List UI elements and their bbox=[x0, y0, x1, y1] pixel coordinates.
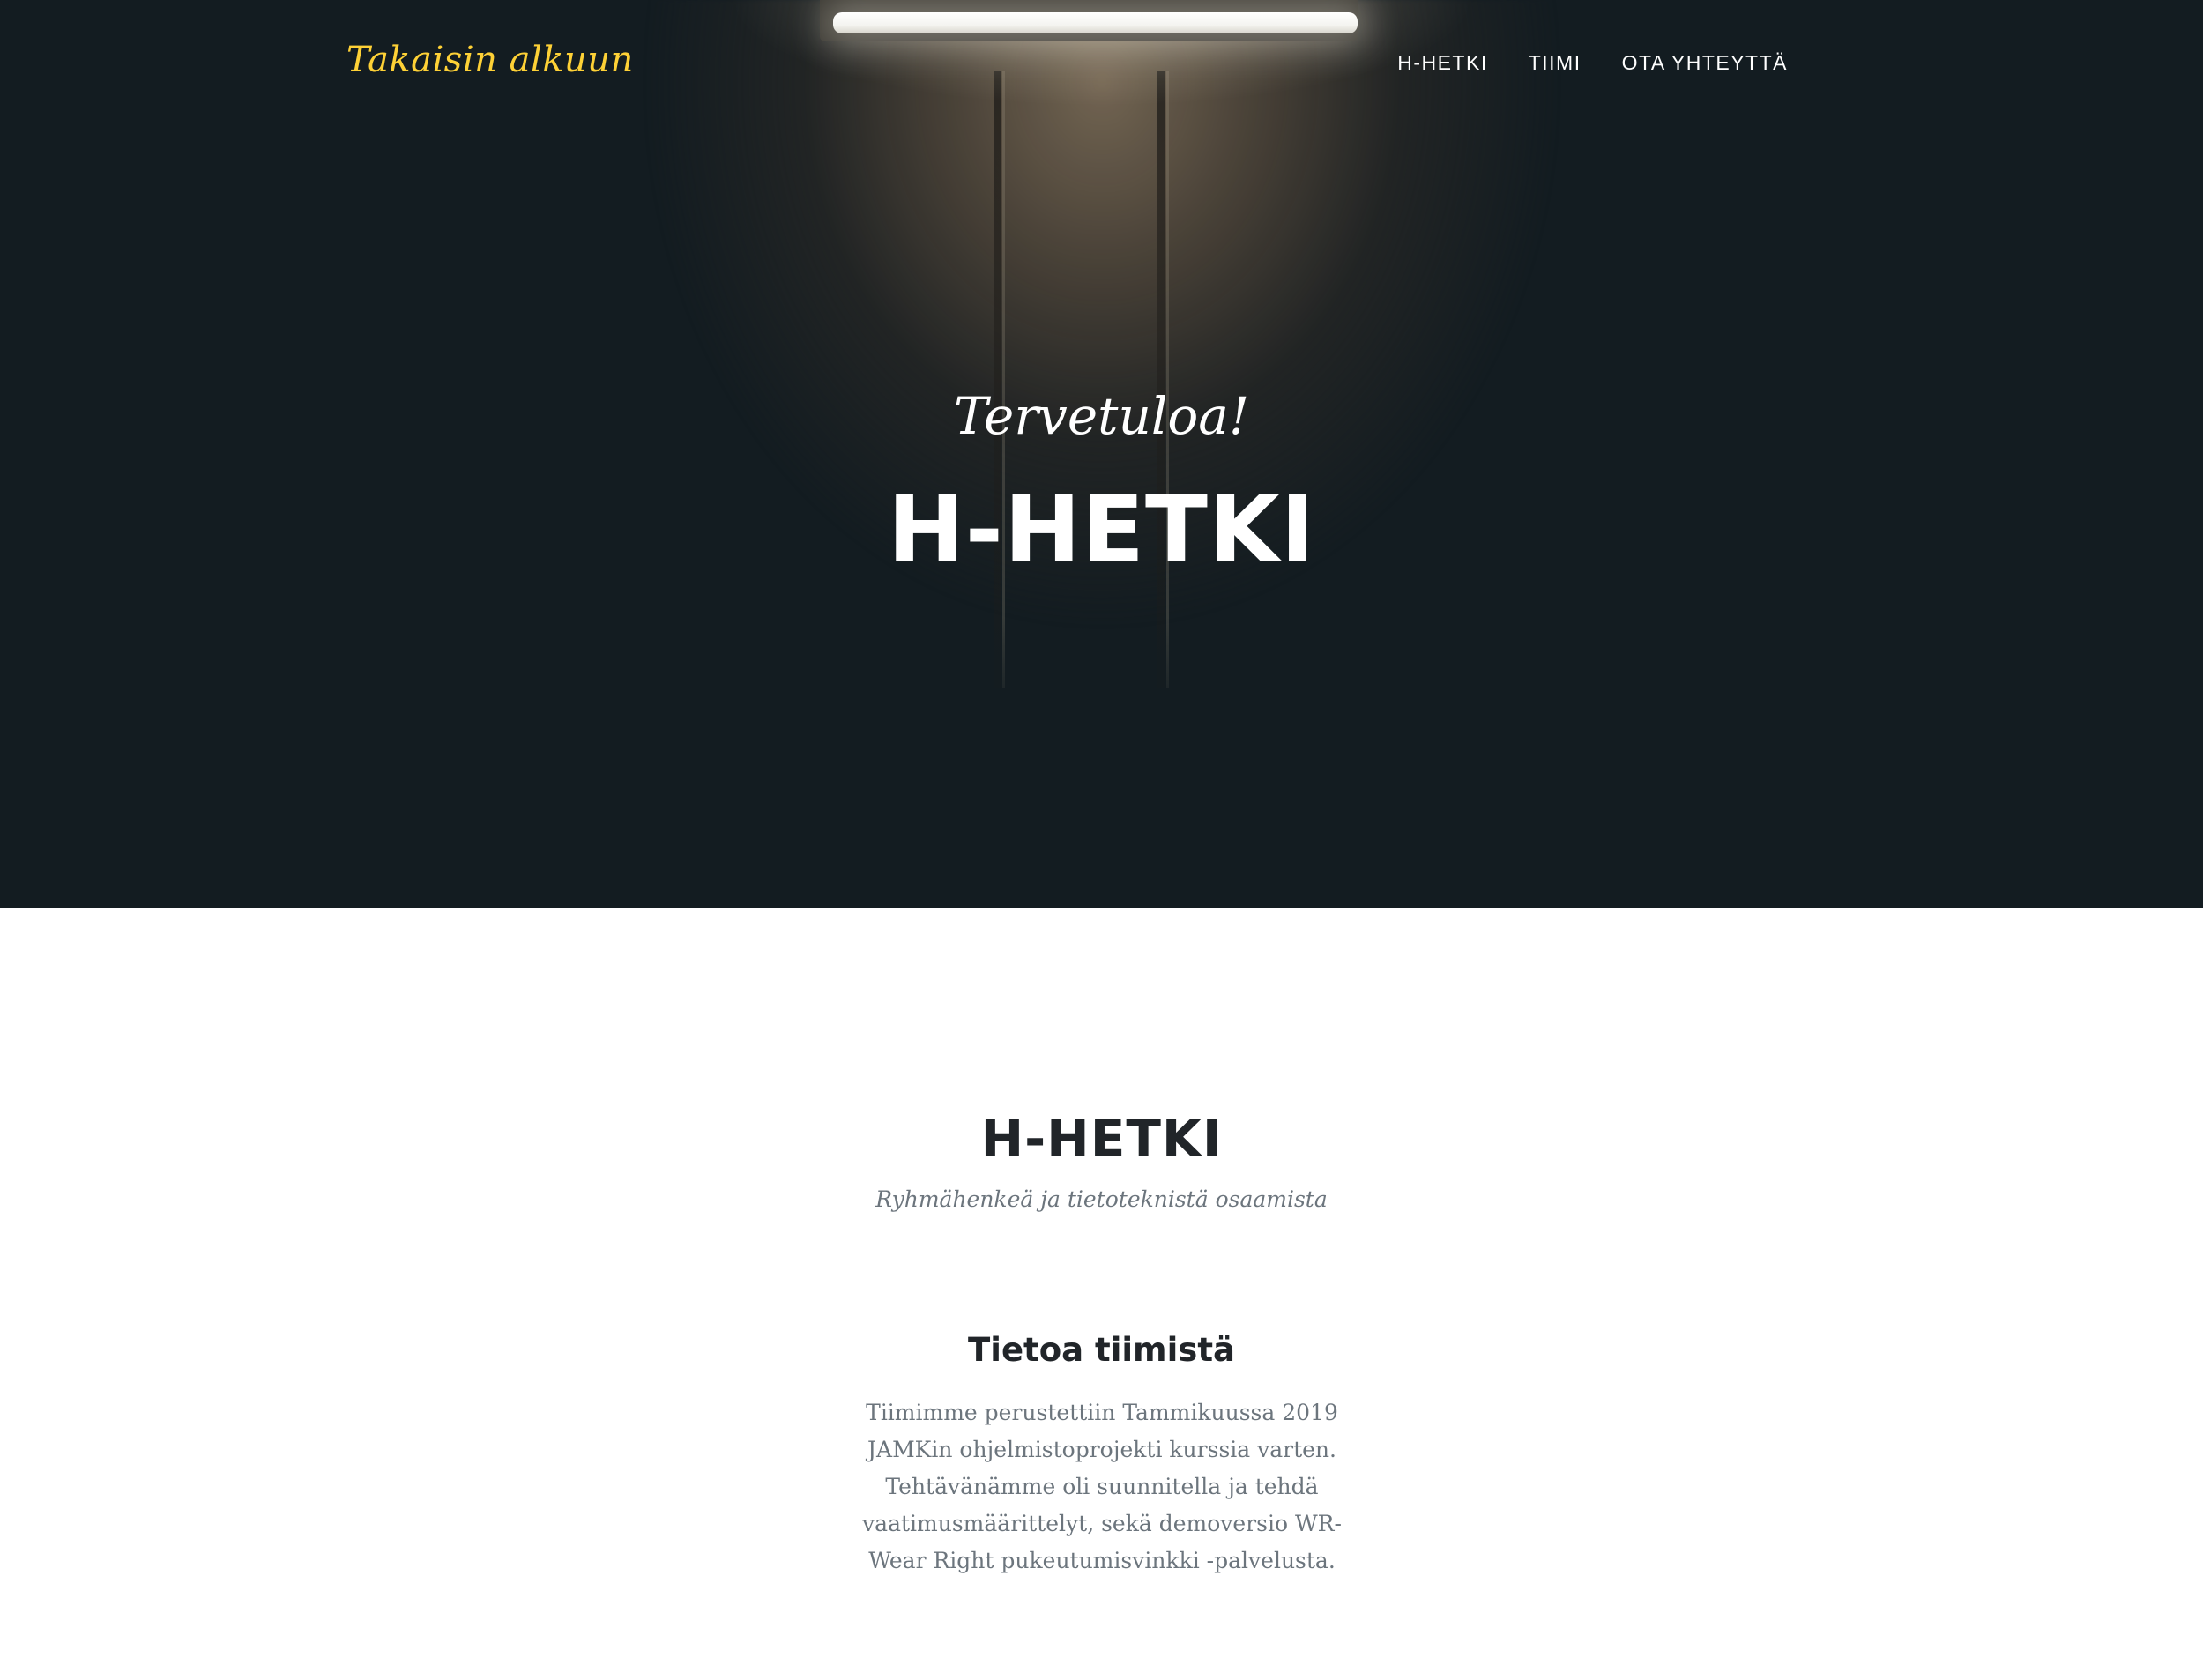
nav-link-ota-yhteytta[interactable]: OTA YHTEYTTÄ bbox=[1622, 51, 1788, 75]
about-title: Tietoa tiimistä bbox=[968, 1331, 1235, 1369]
hero-lead: Tervetuloa! bbox=[953, 386, 1250, 446]
hero-shadow bbox=[0, 617, 2203, 723]
nav-link-h-hetki[interactable]: H-HETKI bbox=[1397, 51, 1488, 75]
section-heading: H-HETKI bbox=[980, 1109, 1223, 1169]
brand-link[interactable]: Takaisin alkuun bbox=[346, 40, 634, 80]
nav-link-tiimi[interactable]: TIIMI bbox=[1529, 51, 1582, 75]
lamp-tube bbox=[833, 12, 1358, 33]
hero-section: Takaisin alkuun H-HETKI TIIMI OTA YHTEYT… bbox=[0, 0, 2203, 908]
hero-heading: H-HETKI bbox=[887, 476, 1316, 584]
about-text: Tiimimme perustettiin Tammikuussa 2019 J… bbox=[862, 1400, 1342, 1573]
section-subheading: Ryhmähenkeä ja tietoteknistä osaamista bbox=[875, 1186, 1328, 1212]
main-nav: H-HETKI TIIMI OTA YHTEYTTÄ bbox=[1397, 51, 1788, 75]
